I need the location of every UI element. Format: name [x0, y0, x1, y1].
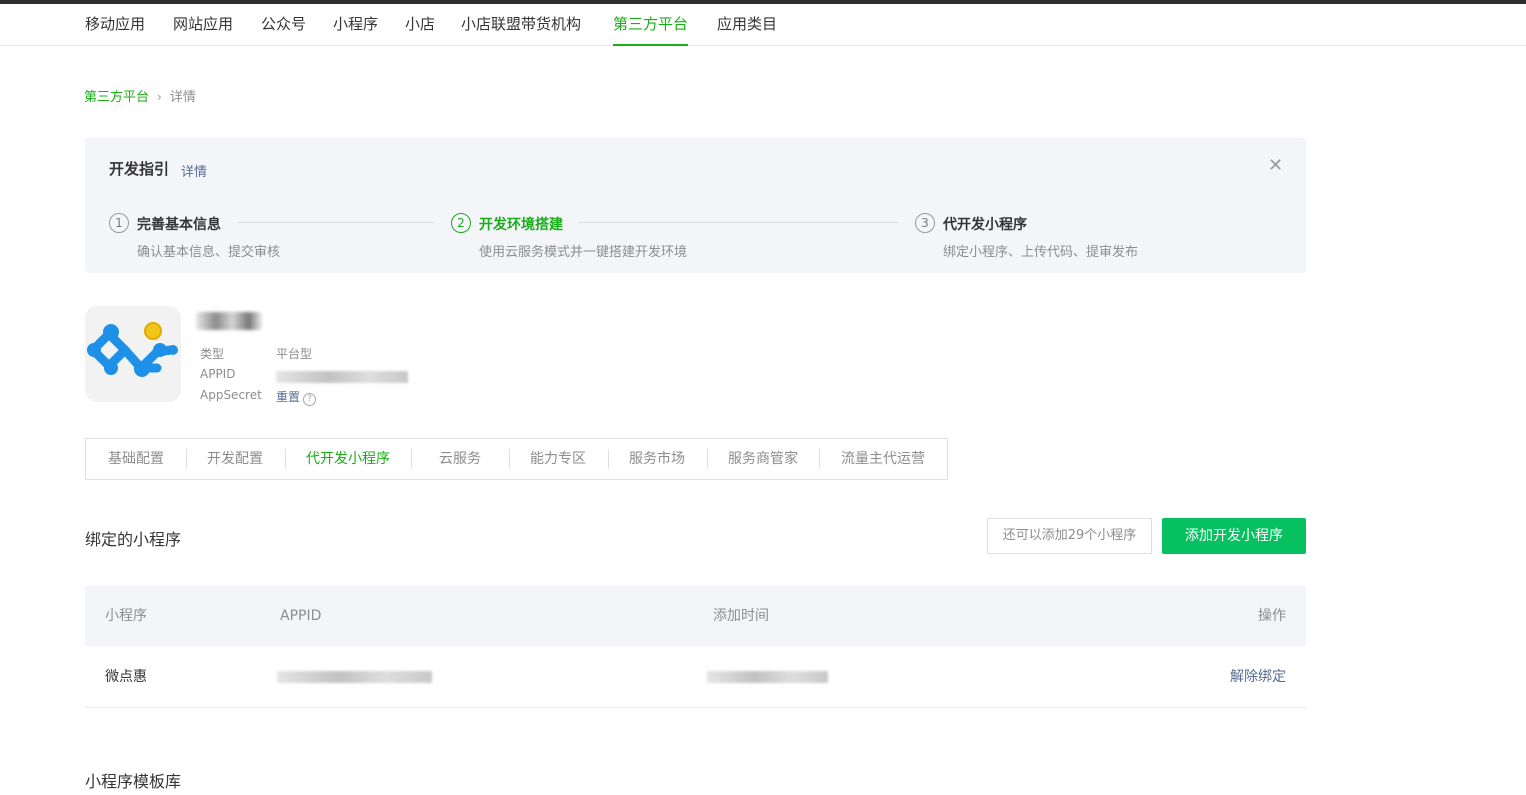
row-mini-program-name: 微点惠	[105, 669, 147, 685]
guide-title: 开发指引	[109, 160, 170, 178]
tab-service-market[interactable]: 服务市场	[629, 439, 685, 479]
nav-item-official-account[interactable]: 公众号	[261, 4, 306, 46]
nav-item-app-category[interactable]: 应用类目	[717, 4, 777, 46]
tab-provider-manager[interactable]: 服务商管家	[728, 439, 798, 479]
quota-text: 还可以添加29个小程序	[987, 518, 1152, 554]
appid-label: APPID	[200, 367, 236, 381]
tab-cloud-service[interactable]: 云服务	[439, 439, 481, 479]
breadcrumb-parent-link[interactable]: 第三方平台	[84, 90, 149, 105]
table-row: 微点惠 解除绑定	[85, 646, 1306, 708]
breadcrumb-current: 详情	[169, 90, 196, 105]
appid-value-redacted	[276, 371, 408, 383]
nav-item-third-party-platform[interactable]: 第三方平台	[613, 4, 689, 46]
nav-item-store[interactable]: 小店	[405, 4, 435, 46]
tab-divider	[411, 449, 412, 469]
unbind-link[interactable]: 解除绑定	[1230, 646, 1286, 708]
app-logo-icon	[87, 322, 178, 377]
row-add-time-redacted	[707, 671, 828, 683]
tab-divider	[509, 449, 510, 469]
step-1-title: 完善基本信息	[137, 217, 221, 233]
step-3-number: 3	[915, 213, 935, 233]
tab-divider	[285, 449, 286, 469]
reset-secret-link[interactable]: 重置	[276, 390, 300, 404]
tab-traffic-operation[interactable]: 流量主代运营	[841, 439, 925, 479]
tab-divider	[707, 449, 708, 469]
chevron-right-icon: ›	[157, 90, 162, 104]
template-library-title: 小程序模板库	[85, 772, 182, 791]
column-header-appid: APPID	[280, 608, 322, 624]
table-header: 小程序 APPID 添加时间 操作	[85, 586, 1306, 646]
config-tabs: 基础配置 开发配置 代开发小程序 云服务 能力专区 服务市场 服务商管家 流量主…	[85, 438, 948, 480]
tab-divider	[608, 449, 609, 469]
step-connector	[237, 222, 434, 223]
step-3-title: 代开发小程序	[943, 217, 1027, 233]
app-logo	[85, 306, 181, 402]
nav-item-website-app[interactable]: 网站应用	[173, 4, 233, 46]
tab-basic-config[interactable]: 基础配置	[108, 439, 164, 479]
column-header-action: 操作	[1258, 608, 1286, 624]
appsecret-label: AppSecret	[200, 388, 262, 402]
close-icon[interactable]: ✕	[1268, 156, 1283, 176]
step-1-desc: 确认基本信息、提交审核	[137, 245, 281, 260]
tab-divider	[819, 449, 820, 469]
help-icon[interactable]: ?	[303, 393, 317, 406]
tab-dev-config[interactable]: 开发配置	[207, 439, 263, 479]
step-2-desc: 使用云服务模式并一键搭建开发环境	[479, 245, 688, 260]
column-header-add-time: 添加时间	[713, 608, 769, 624]
tab-capability-zone[interactable]: 能力专区	[530, 439, 586, 479]
breadcrumb: 第三方平台 › 详情	[84, 88, 196, 106]
nav-item-store-alliance[interactable]: 小店联盟带货机构	[461, 4, 581, 46]
app-type-value: 平台型	[276, 347, 313, 361]
appsecret-actions: 重置?	[276, 388, 317, 406]
guide-detail-link[interactable]: 详情	[181, 161, 207, 180]
step-2-number: 2	[451, 213, 471, 233]
app-name-redacted	[196, 312, 262, 330]
step-3-desc: 绑定小程序、上传代码、提审发布	[943, 245, 1139, 260]
column-header-mini-program: 小程序	[105, 608, 147, 624]
dev-guide-panel: 开发指引 详情 ✕ 1 完善基本信息 确认基本信息、提交审核 2 开发环境搭建 …	[85, 138, 1306, 273]
bound-mini-programs-title: 绑定的小程序	[85, 530, 182, 549]
step-2-title: 开发环境搭建	[479, 217, 563, 233]
step-connector	[579, 222, 899, 223]
add-dev-mini-program-button[interactable]: 添加开发小程序	[1162, 518, 1306, 554]
step-1-number: 1	[109, 213, 129, 233]
nav-item-mobile-app[interactable]: 移动应用	[85, 4, 145, 46]
nav-item-mini-program[interactable]: 小程序	[333, 4, 378, 46]
row-appid-redacted	[277, 671, 432, 683]
tab-proxy-dev-mini-program[interactable]: 代开发小程序	[306, 439, 390, 479]
top-nav: 移动应用 网站应用 公众号 小程序 小店 小店联盟带货机构 第三方平台 应用类目	[0, 4, 1526, 46]
tab-divider	[186, 449, 187, 469]
app-type-label: 类型	[200, 347, 225, 361]
